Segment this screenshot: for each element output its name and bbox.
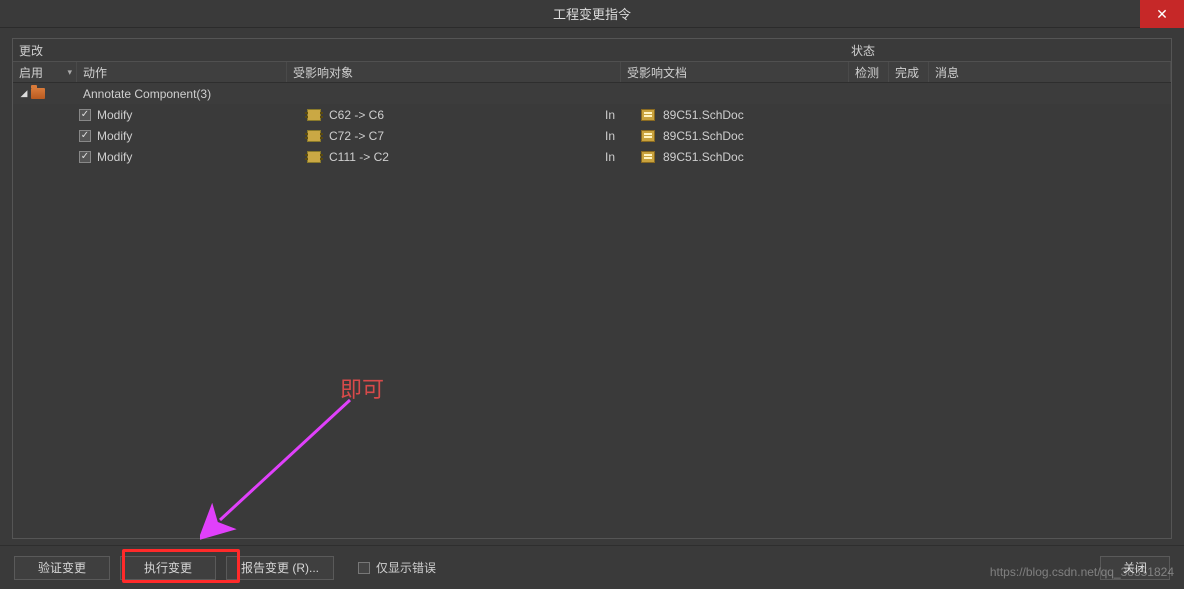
checkbox-icon (358, 562, 370, 574)
section-status-label: 状态 (847, 42, 1165, 59)
folder-icon (31, 88, 45, 99)
relation-label: In (605, 129, 635, 143)
column-enable[interactable]: 启用 ▾ (13, 62, 77, 82)
watermark: https://blog.csdn.net/qq_38351824 (990, 565, 1174, 579)
component-icon (307, 109, 321, 121)
report-button[interactable]: 报告变更 (R)... (226, 556, 334, 580)
document-icon (641, 151, 655, 163)
errors-only-label: 仅显示错误 (376, 559, 436, 576)
action-label: Modify (97, 108, 132, 122)
column-object[interactable]: 受影响对象 (287, 62, 621, 82)
object-label: C111 -> C2 (329, 150, 389, 164)
document-icon (641, 130, 655, 142)
window-title: 工程变更指令 (553, 4, 631, 23)
action-label: Modify (97, 150, 132, 164)
group-label: Annotate Component(3) (83, 87, 211, 101)
column-headers: 启用 ▾ 动作 受影响对象 受影响文档 检测 完成 消息 (13, 61, 1171, 83)
execute-button[interactable]: 执行变更 (120, 556, 216, 580)
relation-label: In (605, 108, 635, 122)
close-button[interactable]: ✕ (1140, 0, 1184, 28)
section-headers: 更改 状态 (13, 39, 1171, 61)
close-icon: ✕ (1156, 6, 1168, 23)
expand-collapse-icon[interactable]: ◢ (19, 89, 29, 99)
chevron-down-icon: ▾ (67, 67, 72, 78)
validate-button[interactable]: 验证变更 (14, 556, 110, 580)
component-icon (307, 130, 321, 142)
column-done[interactable]: 完成 (889, 62, 929, 82)
annotation-text: 即可 (340, 372, 384, 404)
action-label: Modify (97, 129, 132, 143)
column-action[interactable]: 动作 (77, 62, 287, 82)
enable-checkbox[interactable]: ✓ (79, 151, 91, 163)
enable-checkbox[interactable]: ✓ (79, 109, 91, 121)
document-label: 89C51.SchDoc (663, 129, 744, 143)
object-label: C62 -> C6 (329, 108, 384, 122)
table-row[interactable]: ✓ Modify C62 -> C6 In 89C51.SchDoc (13, 104, 1171, 125)
table-row[interactable]: ✓ Modify C72 -> C7 In 89C51.SchDoc (13, 125, 1171, 146)
component-icon (307, 151, 321, 163)
title-bar: 工程变更指令 ✕ (0, 0, 1184, 28)
document-icon (641, 109, 655, 121)
relation-label: In (605, 150, 635, 164)
document-label: 89C51.SchDoc (663, 150, 744, 164)
column-check[interactable]: 检测 (849, 62, 889, 82)
errors-only-checkbox[interactable]: 仅显示错误 (358, 559, 436, 576)
section-changes-label: 更改 (19, 42, 847, 59)
group-row[interactable]: ◢ Annotate Component(3) (13, 83, 1171, 104)
grid-body: ◢ Annotate Component(3) ✓ Modify C62 -> … (13, 83, 1171, 167)
table-row[interactable]: ✓ Modify C111 -> C2 In 89C51.SchDoc (13, 146, 1171, 167)
object-label: C72 -> C7 (329, 129, 384, 143)
column-message[interactable]: 消息 (929, 62, 1171, 82)
changes-panel: 更改 状态 启用 ▾ 动作 受影响对象 受影响文档 检测 完成 消息 ◢ Ann… (12, 38, 1172, 539)
document-label: 89C51.SchDoc (663, 108, 744, 122)
column-document[interactable]: 受影响文档 (621, 62, 849, 82)
enable-checkbox[interactable]: ✓ (79, 130, 91, 142)
